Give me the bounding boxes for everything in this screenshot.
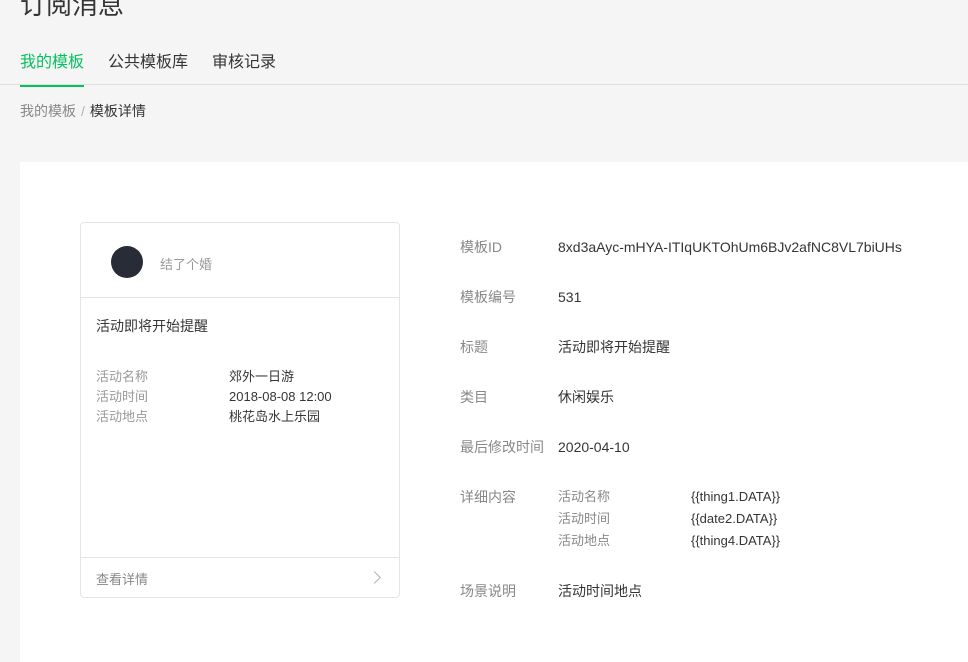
content-field-value: {{thing1.DATA}} bbox=[691, 489, 781, 504]
detail-row-category: 类目 休闲娱乐 bbox=[460, 387, 614, 407]
detail-panel: 结了个婚 活动即将开始提醒 活动名称 郊外一日游 活动时间 2018-08-08… bbox=[20, 162, 968, 662]
detail-label: 最后修改时间 bbox=[460, 439, 544, 455]
list-item: 活动名称 郊外一日游 bbox=[96, 367, 386, 387]
content-field-key: 活动地点 bbox=[558, 533, 611, 548]
breadcrumb-parent-link[interactable]: 我的模板 bbox=[20, 103, 76, 119]
tab-bar: 我的模板 公共模板库 审核记录 bbox=[0, 46, 968, 87]
detail-label: 类目 bbox=[460, 389, 488, 405]
preview-field-value: 2018-08-08 12:00 bbox=[229, 389, 332, 404]
breadcrumb: 我的模板 / 模板详情 bbox=[20, 102, 146, 120]
scene-value: 活动时间地点 bbox=[558, 583, 642, 599]
tab-review-records[interactable]: 审核记录 bbox=[212, 52, 276, 85]
detail-row-scene: 场景说明 活动时间地点 bbox=[460, 581, 642, 601]
preview-field-key: 活动地点 bbox=[96, 409, 149, 424]
preview-fields: 活动名称 郊外一日游 活动时间 2018-08-08 12:00 活动地点 桃花… bbox=[96, 367, 386, 427]
detail-label: 详细内容 bbox=[460, 489, 516, 505]
list-item: 活动时间 {{date2.DATA}} bbox=[558, 508, 780, 530]
template-id-value: 8xd3aAyc-mHYA-ITIqUKTOhUm6BJv2afNC8VL7bi… bbox=[558, 239, 902, 255]
detail-label: 标题 bbox=[460, 339, 488, 355]
breadcrumb-separator: / bbox=[81, 103, 85, 119]
list-item: 活动时间 2018-08-08 12:00 bbox=[96, 387, 386, 407]
detail-row-content: 详细内容 活动名称 {{thing1.DATA}} 活动时间 {{date2.D… bbox=[460, 487, 780, 552]
content-fields: 活动名称 {{thing1.DATA}} 活动时间 {{date2.DATA}}… bbox=[558, 486, 780, 552]
view-details-link[interactable]: 查看详情 bbox=[81, 557, 399, 597]
template-number-value: 531 bbox=[558, 289, 582, 305]
preview-title: 活动即将开始提醒 bbox=[96, 318, 208, 334]
preview-field-key: 活动时间 bbox=[96, 389, 149, 404]
detail-row-title: 标题 活动即将开始提醒 bbox=[460, 337, 670, 357]
detail-label: 模板ID bbox=[460, 239, 502, 255]
list-item: 活动地点 桃花岛水上乐园 bbox=[96, 407, 386, 427]
preview-field-value: 桃花岛水上乐园 bbox=[229, 409, 321, 424]
content-field-value: {{thing4.DATA}} bbox=[691, 533, 781, 548]
list-item: 活动地点 {{thing4.DATA}} bbox=[558, 530, 780, 552]
detail-row-template-number: 模板编号 531 bbox=[460, 287, 581, 307]
preview-card-header: 结了个婚 bbox=[81, 223, 399, 298]
detail-label: 模板编号 bbox=[460, 289, 516, 305]
page-title: 订阅消息 bbox=[20, 0, 125, 20]
tab-my-templates[interactable]: 我的模板 bbox=[20, 52, 85, 87]
chevron-right-icon bbox=[368, 571, 381, 584]
preview-field-value: 郊外一日游 bbox=[229, 369, 295, 384]
content-field-key: 活动时间 bbox=[558, 511, 611, 526]
content-field-key: 活动名称 bbox=[558, 489, 611, 504]
list-item: 活动名称 {{thing1.DATA}} bbox=[558, 486, 780, 508]
last-modified-value: 2020-04-10 bbox=[558, 439, 630, 455]
preview-account-name: 结了个婚 bbox=[160, 257, 213, 272]
avatar bbox=[111, 246, 143, 278]
view-details-label: 查看详情 bbox=[96, 572, 149, 587]
category-value: 休闲娱乐 bbox=[558, 389, 614, 405]
preview-field-key: 活动名称 bbox=[96, 369, 149, 384]
detail-row-last-modified: 最后修改时间 2020-04-10 bbox=[460, 437, 630, 457]
title-value: 活动即将开始提醒 bbox=[558, 339, 670, 355]
content-field-value: {{date2.DATA}} bbox=[691, 511, 778, 526]
template-preview-card: 结了个婚 活动即将开始提醒 活动名称 郊外一日游 活动时间 2018-08-08… bbox=[80, 222, 400, 598]
breadcrumb-current: 模板详情 bbox=[89, 103, 146, 119]
detail-label: 场景说明 bbox=[460, 583, 516, 599]
detail-row-template-id: 模板ID 8xd3aAyc-mHYA-ITIqUKTOhUm6BJv2afNC8… bbox=[460, 237, 902, 257]
tab-public-library[interactable]: 公共模板库 bbox=[108, 52, 188, 85]
